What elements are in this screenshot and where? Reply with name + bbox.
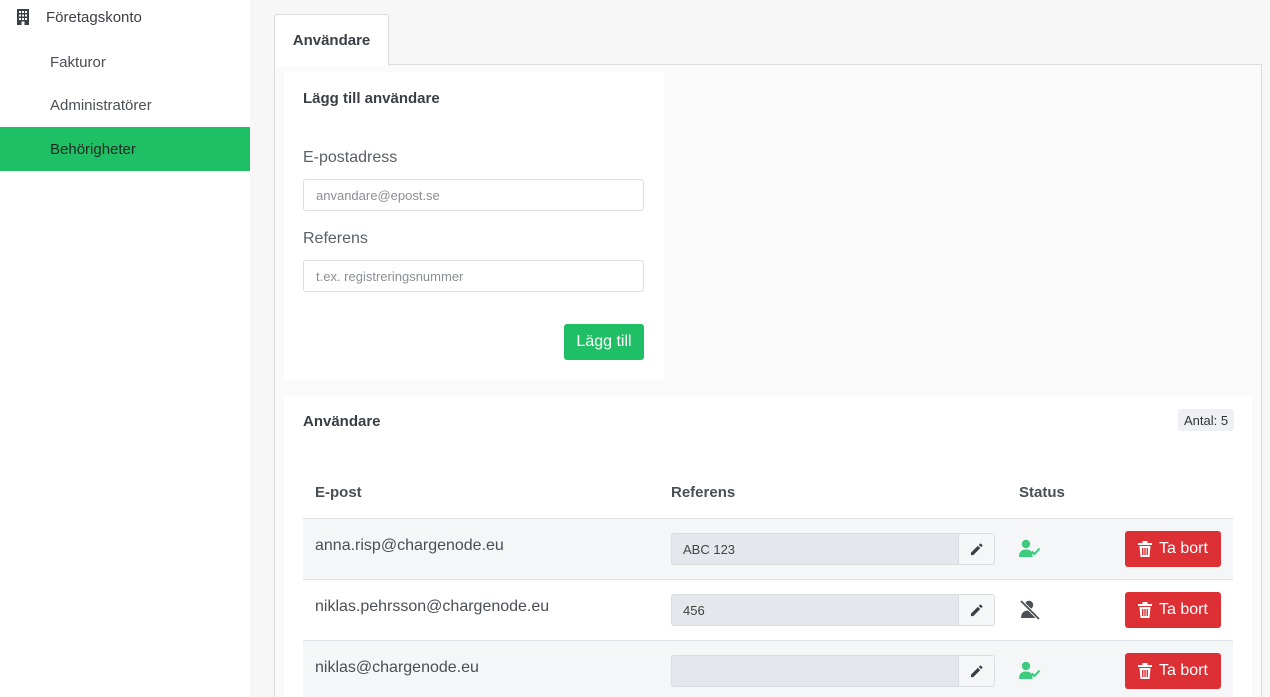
reference-group (671, 655, 995, 687)
table-row: niklas.pehrsson@chargenode.eu Ta bort (303, 579, 1233, 640)
user-count-badge: Antal: 5 (1178, 409, 1235, 431)
delete-label: Ta bort (1159, 662, 1208, 679)
sidebar-item-administratorer[interactable]: Administratörer (0, 83, 250, 127)
sidebar-header-label: Företagskonto (46, 8, 142, 26)
add-user-button[interactable]: Lägg till (564, 324, 644, 360)
sidebar: Företagskonto Fakturor Administratörer B… (0, 0, 250, 697)
user-email: niklas.pehrsson@chargenode.eu (315, 598, 550, 615)
trash-icon (1138, 602, 1153, 618)
reference-group (671, 594, 995, 626)
user-slash-icon (1019, 600, 1041, 620)
email-label: E-postadress (303, 149, 398, 166)
user-check-icon (1019, 661, 1041, 679)
reference-label: Referens (303, 230, 368, 247)
tab-anvandare[interactable]: Användare (274, 14, 389, 66)
reference-field[interactable] (671, 655, 959, 687)
pencil-icon (970, 542, 983, 555)
edit-reference-button[interactable] (959, 533, 995, 565)
users-title: Användare (303, 413, 381, 430)
edit-reference-button[interactable] (959, 594, 995, 626)
delete-user-button[interactable]: Ta bort (1125, 531, 1221, 567)
sidebar-item-fakturor[interactable]: Fakturor (0, 40, 250, 84)
pencil-icon (970, 664, 983, 677)
add-user-title: Lägg till användare (303, 90, 440, 107)
delete-user-button[interactable]: Ta bort (1125, 592, 1221, 628)
table-row: anna.risp@chargenode.eu Ta bort (303, 518, 1233, 579)
edit-reference-button[interactable] (959, 655, 995, 687)
reference-group (671, 533, 995, 565)
user-email: niklas@chargenode.eu (315, 659, 479, 676)
delete-label: Ta bort (1159, 540, 1208, 557)
delete-label: Ta bort (1159, 601, 1208, 618)
reference-field[interactable] (671, 594, 959, 626)
trash-icon (1138, 663, 1153, 679)
reference-input[interactable] (303, 260, 644, 292)
sidebar-item-behorigheter[interactable]: Behörigheter (0, 127, 250, 171)
building-icon (17, 9, 29, 25)
user-check-icon (1019, 539, 1041, 557)
column-header-email: E-post (315, 484, 362, 501)
table-row: niklas@chargenode.eu Ta bort (303, 640, 1233, 697)
column-header-status: Status (1019, 484, 1065, 501)
pencil-icon (970, 603, 983, 616)
email-input[interactable] (303, 179, 644, 211)
delete-user-button[interactable]: Ta bort (1125, 653, 1221, 689)
reference-field[interactable] (671, 533, 959, 565)
user-email: anna.risp@chargenode.eu (315, 537, 504, 554)
trash-icon (1138, 541, 1153, 557)
sidebar-header[interactable]: Företagskonto (0, 0, 250, 34)
column-header-reference: Referens (671, 484, 736, 501)
